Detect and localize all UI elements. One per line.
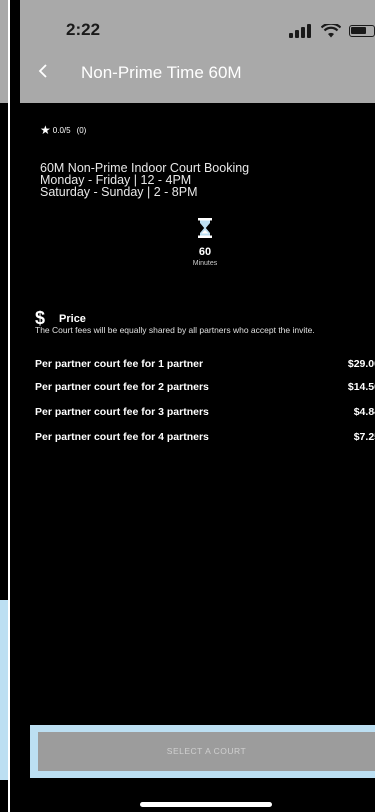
home-indicator[interactable] xyxy=(140,802,272,807)
rating-score: 0.0/5 xyxy=(52,125,71,135)
fee-label: Per partner court fee for 1 partner xyxy=(35,358,204,370)
background-screen-edge xyxy=(0,0,10,812)
price-note: The Court fees will be equally shared by… xyxy=(35,325,315,335)
court-booking-screen: 2:22 Non-Prime Time 60M ★ 0.0/5 (0) 60M … xyxy=(20,0,375,812)
price-label: Price xyxy=(59,312,86,325)
duration-value: 60 xyxy=(198,246,212,258)
rating-count: (0) xyxy=(76,125,87,135)
chevron-left-icon xyxy=(38,64,47,78)
fee-row: Per partner court fee for 4 partners $7.… xyxy=(35,431,375,445)
battery-icon xyxy=(349,25,375,37)
booking-description: 60M Non-Prime Indoor Court Booking Monda… xyxy=(40,162,249,199)
back-button[interactable] xyxy=(38,62,48,83)
select-court-button[interactable]: SELECT A COURT xyxy=(38,732,375,771)
status-time: 2:22 xyxy=(66,20,101,39)
fee-label: Per partner court fee for 4 partners xyxy=(35,431,209,443)
status-icons xyxy=(289,24,375,40)
fee-row: Per partner court fee for 2 partners $14… xyxy=(35,381,375,395)
fee-value: $14.50 xyxy=(347,381,375,393)
duration-unit: Minutes xyxy=(192,260,218,267)
fee-label: Per partner court fee for 3 partners xyxy=(35,406,209,418)
fee-row: Per partner court fee for 1 partner $29.… xyxy=(35,358,375,372)
fee-label: Per partner court fee for 2 partners xyxy=(35,381,209,393)
bottom-action-bar: SELECT A COURT xyxy=(30,725,375,778)
page-title: Non-Prime Time 60M xyxy=(81,63,242,82)
top-header: 2:22 Non-Prime Time 60M xyxy=(20,0,375,103)
screen-divider xyxy=(8,0,10,812)
fee-value: $4.84 xyxy=(353,406,375,418)
rating-summary: ★ 0.0/5 (0) xyxy=(40,123,87,137)
fee-value: $29.00 xyxy=(347,358,375,370)
fee-row: Per partner court fee for 3 partners $4.… xyxy=(35,406,375,420)
star-icon: ★ xyxy=(40,123,51,137)
description-line-3: Saturday - Sunday | 2 - 8PM xyxy=(40,185,198,199)
duration-block: 60 Minutes xyxy=(180,218,230,267)
fee-value: $7.25 xyxy=(353,431,375,443)
wifi-icon xyxy=(321,24,341,38)
signal-icon xyxy=(289,24,311,38)
hourglass-icon xyxy=(198,218,212,238)
